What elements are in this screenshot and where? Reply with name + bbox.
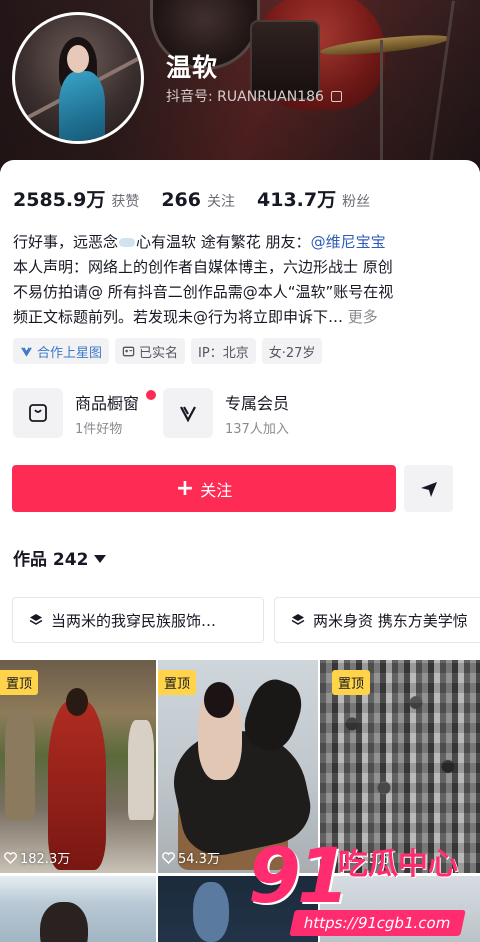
heart-icon <box>4 851 17 864</box>
bio-line1-a: 行好事，远恶念 <box>13 233 119 251</box>
video-thumbnail[interactable]: 置顶 182.3万 <box>0 660 156 873</box>
pinned-badge: 置顶 <box>158 670 197 695</box>
bio-line3: 不易仿拍请@ 所有抖音二创作品需@本人“温软”账号在视 <box>13 283 394 301</box>
share-button[interactable] <box>404 465 453 512</box>
stat-likes[interactable]: 2585.9万 获赞 <box>13 185 139 212</box>
video-likes-count: 182.3万 <box>20 852 71 867</box>
service-shop-title: 商品橱窗 <box>75 393 140 413</box>
id-card-icon <box>122 346 135 356</box>
tag-gender-age: 女·27岁 <box>261 338 323 364</box>
service-shop-window[interactable]: 商品橱窗 1件好物 <box>13 388 139 438</box>
collections-row: 当两米的我穿民族服饰… 两米身资 携东方美学惊 <box>12 597 480 643</box>
works-tab-label: 作品 242 <box>13 550 89 570</box>
send-icon <box>420 481 437 497</box>
stat-followers-value: 413.7万 <box>257 189 337 211</box>
bio-line1-b: 心有温软 途有繁花 朋友： <box>136 233 311 251</box>
pinned-badge: 置顶 <box>0 670 39 695</box>
layers-icon <box>29 614 43 625</box>
video-likes: 54.3万 <box>162 848 220 867</box>
stat-following-value: 266 <box>161 189 201 211</box>
stat-following-label: 关注 <box>207 194 235 210</box>
plus-icon: + <box>175 475 195 501</box>
service-membership[interactable]: 专属会员 137人加入 <box>163 388 289 438</box>
chevron-down-icon <box>94 554 107 563</box>
tag-gender-age-label: 女·27岁 <box>268 345 316 361</box>
works-tab[interactable]: 作品 242 <box>13 545 107 570</box>
avatar[interactable] <box>12 12 144 144</box>
service-member-subtitle: 137人加入 <box>225 421 289 437</box>
bio-more-link[interactable]: 更多 <box>348 308 378 326</box>
tag-verified-label: 已实名 <box>139 345 179 361</box>
shopping-bag-icon <box>29 404 47 422</box>
copy-icon[interactable] <box>330 90 342 102</box>
tag-star-chart-label: 合作上星图 <box>37 345 103 361</box>
video-likes-count: 54.3万 <box>178 852 220 867</box>
layers-icon <box>291 614 305 625</box>
v-badge-icon <box>180 406 196 423</box>
cloud-emoji-icon <box>119 238 136 247</box>
bio-mention-link[interactable]: @维尼宝宝 <box>311 233 386 251</box>
profile-name: 温软 <box>166 53 219 82</box>
stat-likes-value: 2585.9万 <box>13 189 106 211</box>
stat-following[interactable]: 266 关注 <box>161 189 235 211</box>
collection-item[interactable]: 当两米的我穿民族服饰… <box>12 597 264 643</box>
service-member-title: 专属会员 <box>225 393 290 413</box>
bio-line2: 本人声明：网络上的创作者自媒体博主，六边形战士 原创 <box>13 258 393 276</box>
collection-item[interactable]: 两米身资 携东方美学惊 <box>274 597 480 643</box>
video-thumbnail[interactable] <box>0 876 156 942</box>
tag-verified[interactable]: 已实名 <box>115 338 186 364</box>
follow-button[interactable]: + 关注 <box>12 465 396 512</box>
bio-line4: 频正文标题前列。若发现未@行为将立即申诉下… <box>13 308 344 326</box>
collection-label: 当两米的我穿民族服饰… <box>51 611 217 630</box>
stat-likes-label: 获赞 <box>111 194 140 210</box>
profile-bio[interactable]: 行好事，远恶念 心有温软 途有繁花 朋友：@维尼宝宝 本人声明：网络上的创作者自媒… <box>13 230 443 330</box>
douyin-id-text: 抖音号: RUANRUAN186 <box>166 89 324 105</box>
heart-icon <box>162 851 175 864</box>
watermark-number: 91 <box>248 831 350 920</box>
watermark-title: 吃瓜中心 <box>338 847 458 882</box>
profile-stats: 2585.9万 获赞 266 关注 413.7万 粉丝 <box>13 185 392 212</box>
pinned-badge: 置顶 <box>332 670 371 695</box>
douyin-id[interactable]: 抖音号: RUANRUAN186 <box>166 86 342 106</box>
star-chart-icon <box>21 346 32 357</box>
collection-label: 两米身资 携东方美学惊 <box>313 611 468 630</box>
profile-tags: 合作上星图 已实名 IP：北京 女·27岁 <box>13 338 323 364</box>
service-shop-subtitle: 1件好物 <box>75 421 123 437</box>
video-likes: 182.3万 <box>4 848 70 867</box>
tag-ip-label: IP：北京 <box>198 345 249 361</box>
follow-button-label: 关注 <box>200 480 233 500</box>
watermark-url: https://91cgb1.com <box>289 910 466 936</box>
tag-star-chart[interactable]: 合作上星图 <box>13 338 110 364</box>
stat-followers-label: 粉丝 <box>342 194 371 210</box>
watermark-logo: 91 吃瓜中心 https://91cgb1.com <box>240 838 480 942</box>
notification-dot <box>146 390 156 400</box>
stat-followers[interactable]: 413.7万 粉丝 <box>257 185 370 212</box>
tag-ip: IP：北京 <box>191 338 256 364</box>
